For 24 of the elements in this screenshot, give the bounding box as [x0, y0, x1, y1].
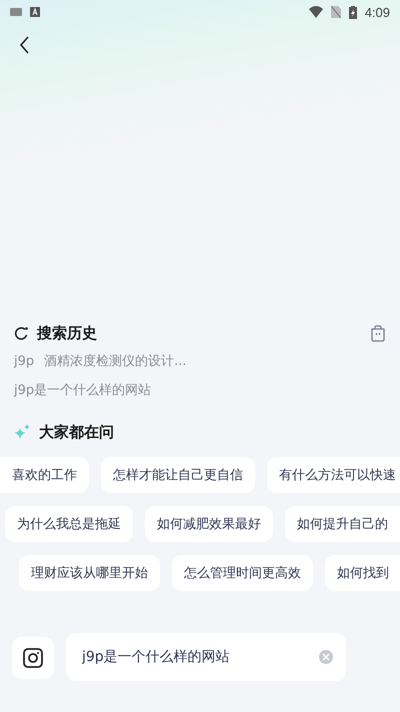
no-sim-icon — [330, 6, 341, 18]
trash-icon[interactable] — [370, 324, 386, 342]
question-chip[interactable]: 有什么方法可以快速 — [267, 457, 400, 493]
question-chip[interactable]: 理财应该从哪里开始 — [19, 555, 160, 591]
question-chip[interactable]: 怎样才能让自己更自信 — [101, 457, 255, 493]
question-chip[interactable]: 如何找到 — [325, 555, 400, 591]
battery-icon — [348, 6, 357, 18]
question-chip[interactable]: 为什么我总是拖延 — [5, 506, 133, 542]
section-title: 搜索历史 — [37, 324, 97, 342]
question-chip[interactable]: 如何减肥效果最好 — [145, 506, 273, 542]
wifi-icon — [308, 6, 323, 18]
camera-icon — [23, 648, 43, 668]
question-chip[interactable]: 如何提升自己的 — [285, 506, 400, 542]
status-time: 4:09 — [364, 4, 390, 20]
camera-button[interactable] — [12, 637, 54, 679]
text-icon — [30, 7, 40, 17]
question-chip[interactable]: 喜欢的工作 — [0, 457, 89, 493]
question-chip[interactable]: 怎么管理时间更高效 — [172, 555, 313, 591]
history-tag: j9p — [14, 354, 34, 368]
search-field[interactable]: j9p是一个什么样的网站 — [66, 633, 346, 681]
sparkle-icon — [14, 424, 31, 440]
section-title: 大家都在问 — [39, 422, 114, 442]
history-icon — [14, 326, 29, 340]
keyboard-icon — [10, 8, 22, 16]
